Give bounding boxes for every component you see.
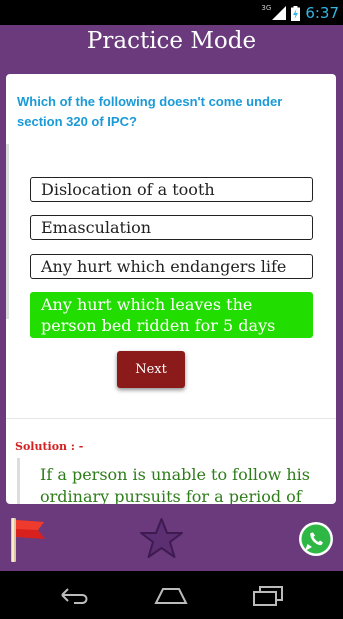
page-title: Practice Mode — [86, 28, 257, 54]
whatsapp-icon[interactable] — [298, 521, 334, 562]
next-button[interactable]: Next — [117, 351, 185, 388]
back-icon[interactable] — [56, 581, 92, 614]
option-2[interactable]: Emasculation — [30, 215, 313, 240]
question-card: Which of the following doesn't come unde… — [6, 74, 336, 504]
star-icon[interactable] — [139, 517, 184, 564]
solution-label: Solution : - — [15, 440, 84, 453]
question-text: Which of the following doesn't come unde… — [17, 94, 283, 129]
app-screen: Practice Mode Which of the following doe… — [0, 25, 343, 571]
status-indicators: 3G 6:37 — [261, 4, 339, 22]
option-3[interactable]: Any hurt which endangers life — [30, 254, 313, 279]
battery-charging-icon — [291, 5, 301, 21]
home-icon[interactable] — [153, 581, 189, 614]
clock: 6:37 — [305, 4, 339, 22]
solution-text: If a person is unable to follow his ordi… — [40, 465, 311, 504]
signal-icon — [272, 6, 287, 20]
scroll-indicator — [6, 144, 9, 319]
navigation-bar — [0, 571, 343, 619]
network-type-label: 3G — [261, 4, 272, 12]
flag-icon[interactable] — [8, 516, 48, 567]
divider — [6, 418, 336, 419]
bottom-action-bar — [0, 504, 343, 571]
option-1[interactable]: Dislocation of a tooth — [30, 177, 313, 202]
recent-apps-icon[interactable] — [250, 581, 286, 614]
solution-scroll-indicator — [17, 458, 20, 504]
status-bar: 3G 6:37 — [0, 0, 343, 25]
option-4-correct[interactable]: Any hurt which leaves the person bed rid… — [30, 292, 313, 338]
